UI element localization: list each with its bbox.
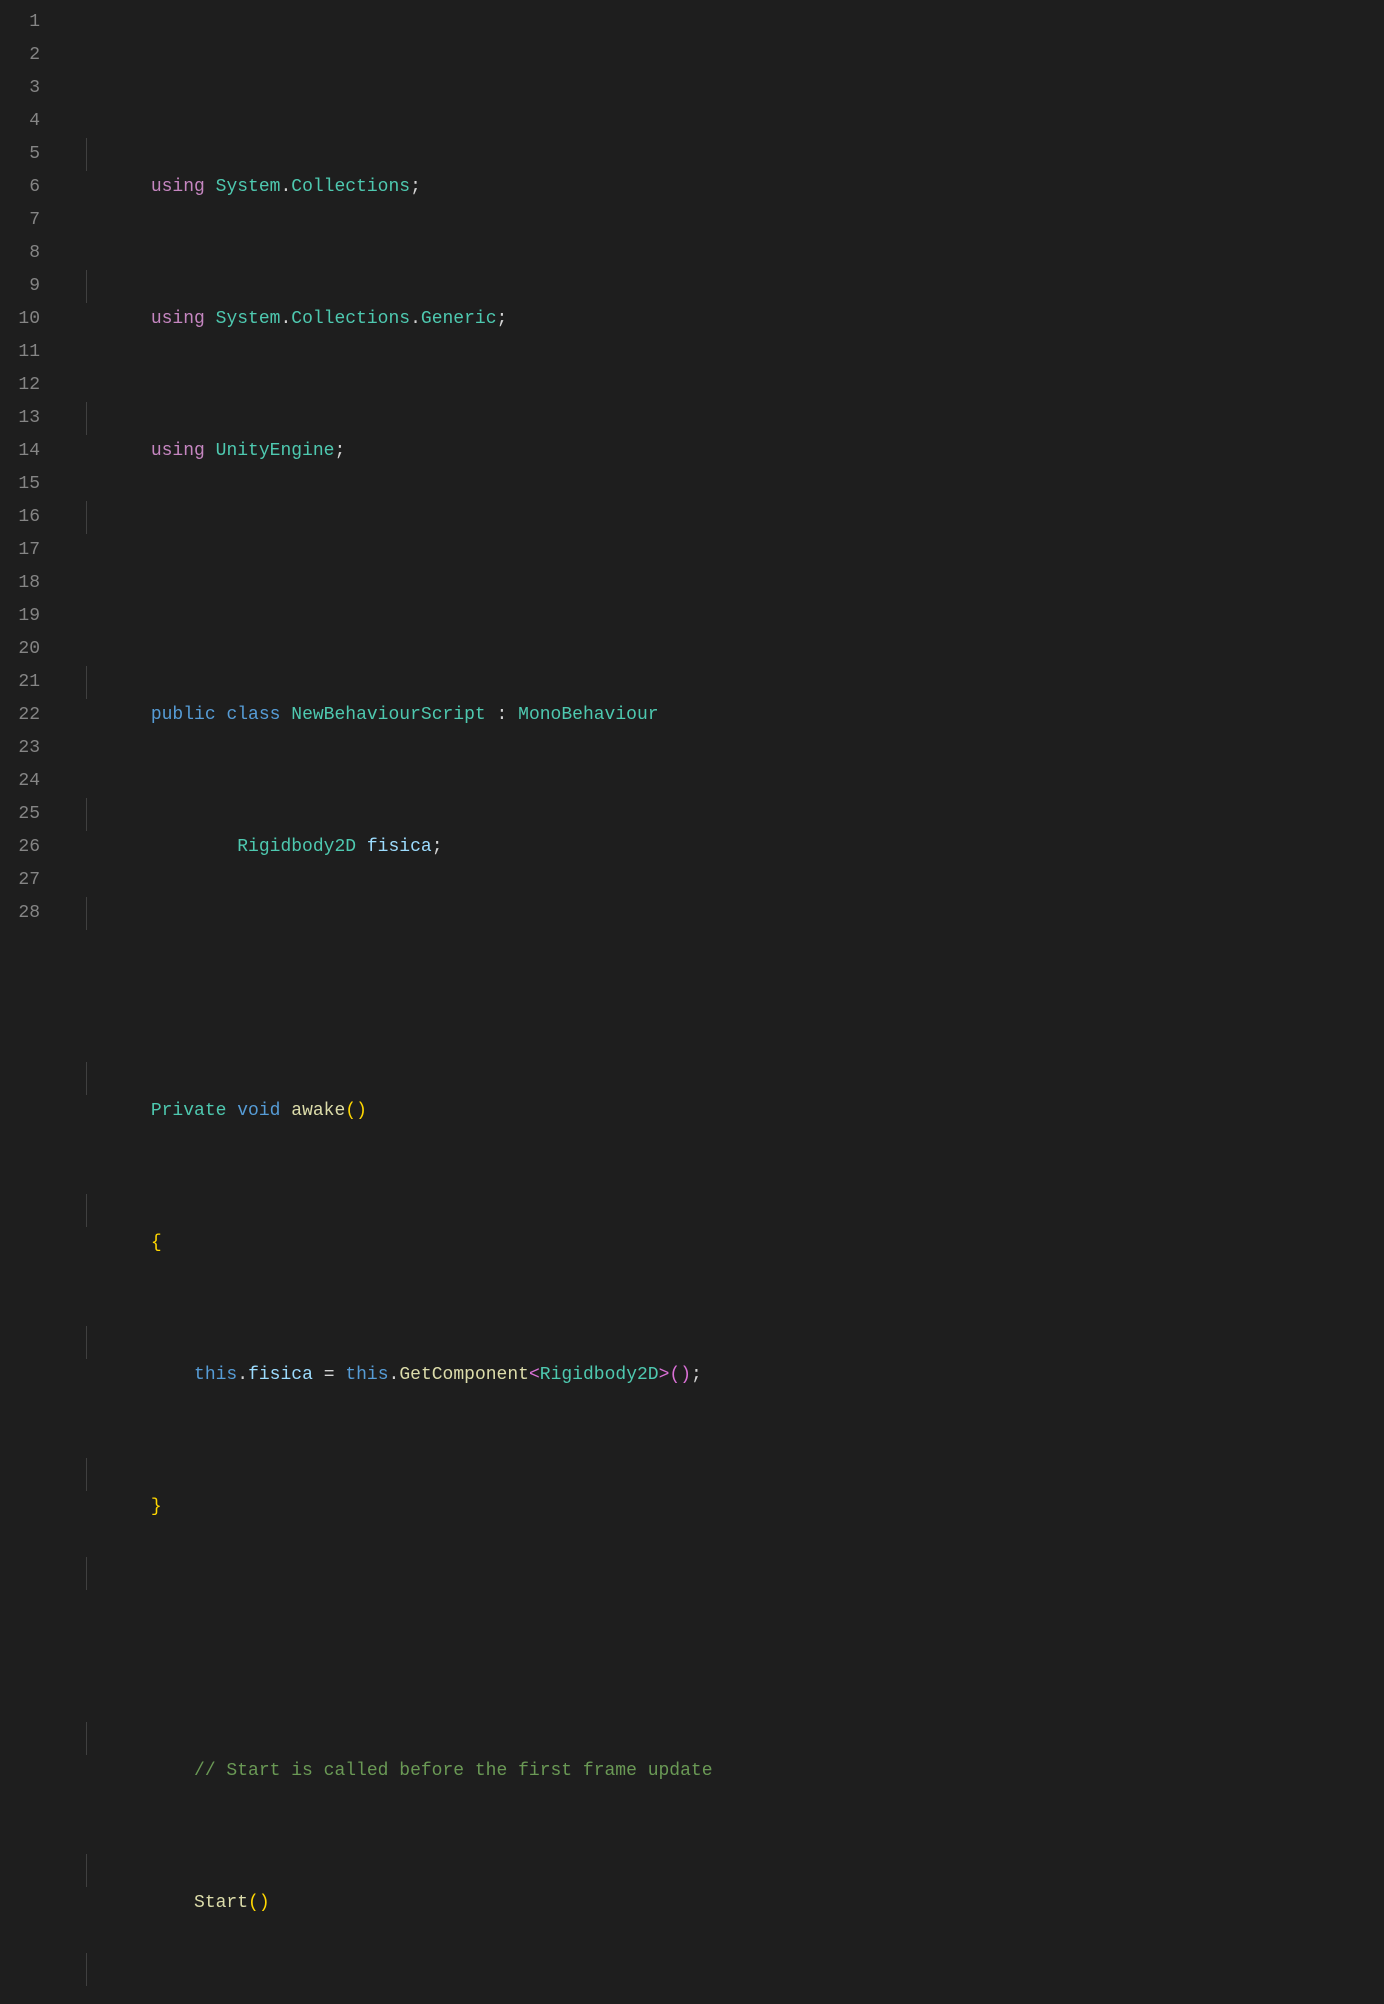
- indent-guide: [86, 402, 87, 435]
- indent-guide: [86, 1326, 87, 1359]
- line-number[interactable]: 16: [0, 501, 40, 534]
- line-number[interactable]: 11: [0, 336, 40, 369]
- indent-guide: [86, 1458, 87, 1491]
- indent-guide: [86, 798, 87, 831]
- token-comment: // Start is called before the first fram…: [194, 1761, 712, 1781]
- indent-guide: [86, 666, 87, 699]
- line-number[interactable]: 4: [0, 105, 40, 138]
- token-type: void: [237, 1101, 280, 1121]
- indent-guide: [86, 1854, 87, 1887]
- line-number[interactable]: 22: [0, 699, 40, 732]
- token-keyword: using: [151, 441, 205, 461]
- code-line[interactable]: }: [66, 1425, 1384, 1458]
- token-brace: {: [151, 1233, 162, 1253]
- token-namespace: System: [216, 177, 281, 197]
- token-modifier: public: [151, 705, 216, 725]
- line-number[interactable]: 8: [0, 237, 40, 270]
- token-class: NewBehaviourScript: [291, 705, 485, 725]
- line-number[interactable]: 27: [0, 864, 40, 897]
- code-line[interactable]: [66, 897, 1384, 930]
- indent-guide: [86, 1557, 87, 1590]
- line-number[interactable]: 3: [0, 72, 40, 105]
- code-line[interactable]: Start(): [66, 1821, 1384, 1854]
- token-function: Start: [194, 1893, 248, 1913]
- line-number[interactable]: 20: [0, 633, 40, 666]
- token-namespace: System: [216, 309, 281, 329]
- token-namespace: Generic: [421, 309, 497, 329]
- code-line[interactable]: Rigidbody2D fisica;: [66, 765, 1384, 798]
- indent-guide: [86, 1062, 87, 1095]
- token-keyword: this: [345, 1365, 388, 1385]
- line-number[interactable]: 21: [0, 666, 40, 699]
- token-keyword: this: [194, 1365, 237, 1385]
- token-keyword: class: [226, 705, 280, 725]
- line-number[interactable]: 15: [0, 468, 40, 501]
- indent-guide: [86, 1953, 87, 1986]
- code-line[interactable]: using System.Collections.Generic;: [66, 237, 1384, 270]
- line-number[interactable]: 23: [0, 732, 40, 765]
- token-namespace: UnityEngine: [216, 441, 335, 461]
- token-namespace: Collections: [291, 309, 410, 329]
- line-number[interactable]: 28: [0, 897, 40, 930]
- token-brace: }: [151, 1497, 162, 1517]
- line-number[interactable]: 1: [0, 6, 40, 39]
- indent-guide: [86, 1194, 87, 1227]
- code-line[interactable]: // Start is called before the first fram…: [66, 1689, 1384, 1722]
- code-line[interactable]: using UnityEngine;: [66, 369, 1384, 402]
- line-number[interactable]: 18: [0, 567, 40, 600]
- code-line[interactable]: [66, 1953, 1384, 1986]
- token-type: Rigidbody2D: [237, 837, 356, 857]
- line-number[interactable]: 14: [0, 435, 40, 468]
- line-number[interactable]: 17: [0, 534, 40, 567]
- line-number[interactable]: 2: [0, 39, 40, 72]
- code-line[interactable]: using System.Collections;: [66, 105, 1384, 138]
- code-line[interactable]: this.fisica = this.GetComponent<Rigidbod…: [66, 1293, 1384, 1326]
- token-function: awake: [291, 1101, 345, 1121]
- token-keyword: using: [151, 309, 205, 329]
- line-number[interactable]: 13: [0, 402, 40, 435]
- line-number[interactable]: 9: [0, 270, 40, 303]
- code-editor: 1 2 3 4 5 6 7 8 9 10 11 12 13 14 15 16 1…: [0, 0, 1384, 1002]
- line-number[interactable]: 10: [0, 303, 40, 336]
- token-variable: fisica: [248, 1365, 313, 1385]
- code-line[interactable]: {: [66, 1161, 1384, 1194]
- code-line[interactable]: Private void awake(): [66, 1029, 1384, 1062]
- line-number-gutter: 1 2 3 4 5 6 7 8 9 10 11 12 13 14 15 16 1…: [0, 0, 66, 1002]
- code-line[interactable]: public class NewBehaviourScript : MonoBe…: [66, 633, 1384, 666]
- code-area[interactable]: using System.Collections; using System.C…: [66, 0, 1384, 1002]
- indent-guide: [86, 270, 87, 303]
- token-keyword: using: [151, 177, 205, 197]
- indent-guide: [86, 138, 87, 171]
- token-namespace: Collections: [291, 177, 410, 197]
- line-number[interactable]: 5: [0, 138, 40, 171]
- line-number[interactable]: 26: [0, 831, 40, 864]
- code-line[interactable]: [66, 501, 1384, 534]
- indent-guide: [86, 501, 87, 534]
- token-function: GetComponent: [399, 1365, 529, 1385]
- line-number[interactable]: 19: [0, 600, 40, 633]
- indent-guide: [86, 897, 87, 930]
- line-number[interactable]: 7: [0, 204, 40, 237]
- line-number[interactable]: 24: [0, 765, 40, 798]
- code-line[interactable]: [66, 1557, 1384, 1590]
- token-variable: fisica: [367, 837, 432, 857]
- line-number[interactable]: 25: [0, 798, 40, 831]
- token-class: MonoBehaviour: [518, 705, 658, 725]
- indent-guide: [86, 1722, 87, 1755]
- token-modifier: Private: [151, 1101, 227, 1121]
- token-type: Rigidbody2D: [540, 1365, 659, 1385]
- line-number[interactable]: 6: [0, 171, 40, 204]
- line-number[interactable]: 12: [0, 369, 40, 402]
